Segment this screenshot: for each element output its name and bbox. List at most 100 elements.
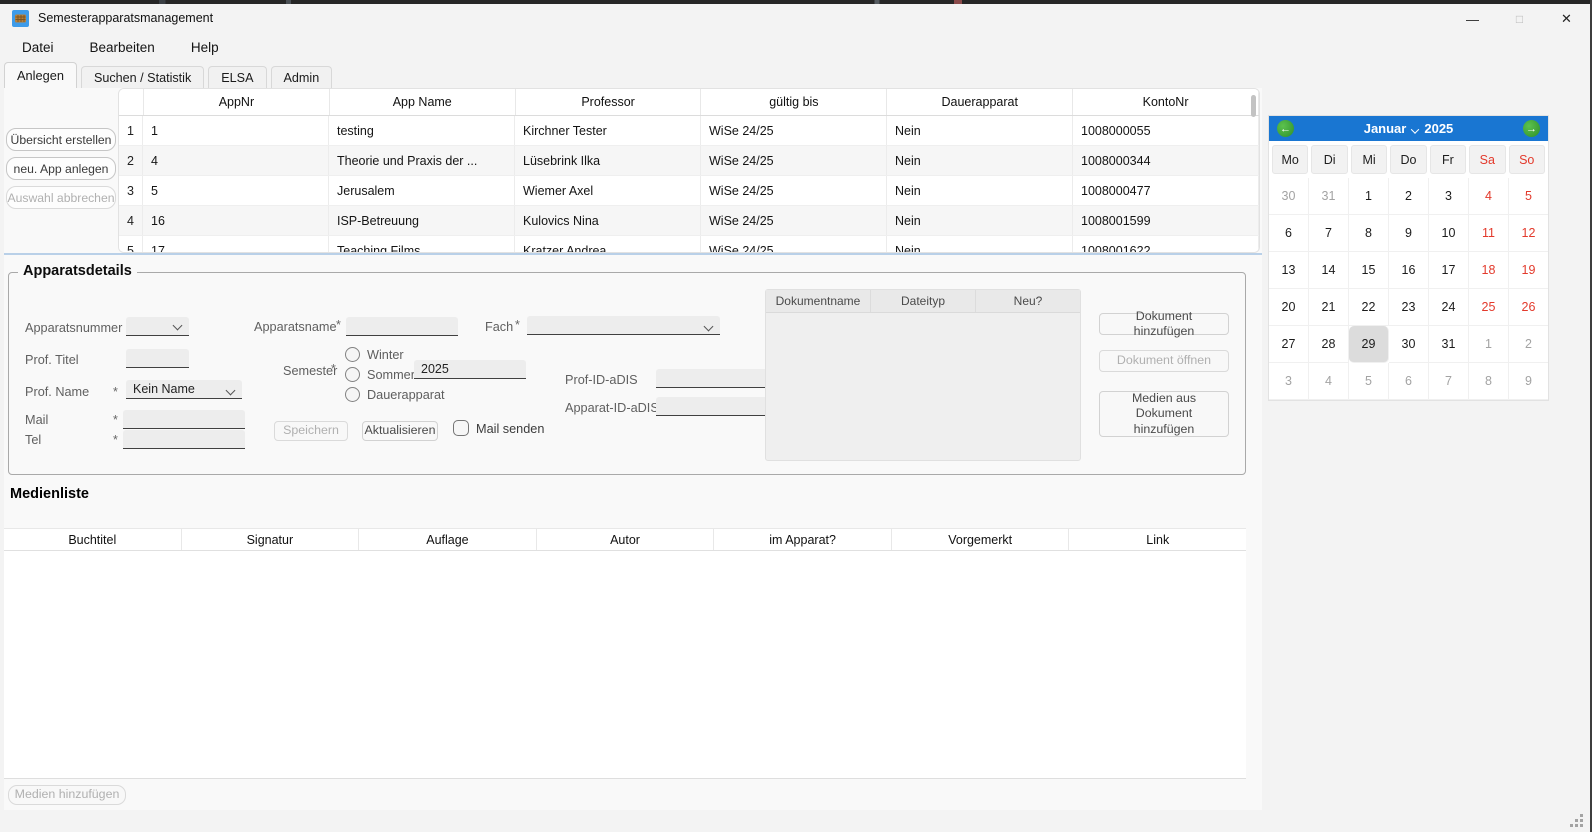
calendar-day[interactable]: 4 <box>1309 363 1349 400</box>
aktualisieren-button[interactable]: Aktualisieren <box>362 421 438 441</box>
tab-suchen-statistik[interactable]: Suchen / Statistik <box>81 66 204 88</box>
calendar-day[interactable]: 7 <box>1429 363 1469 400</box>
calendar-day[interactable]: 31 <box>1429 326 1469 363</box>
medien-column-header[interactable]: Buchtitel <box>4 529 182 550</box>
calendar-day[interactable]: 5 <box>1509 178 1548 215</box>
speichern-button[interactable]: Speichern <box>274 421 348 441</box>
table-row[interactable]: 11testingKirchner TesterWiSe 24/25Nein10… <box>119 116 1259 146</box>
medien-hinzufuegen-button[interactable]: Medien hinzufügen <box>8 785 126 805</box>
calendar-day[interactable]: 6 <box>1269 215 1309 252</box>
dauerapparat-radio[interactable] <box>345 387 360 402</box>
calendar-month-label[interactable]: Januar <box>1364 121 1407 136</box>
doc-column-header[interactable]: Neu? <box>976 290 1080 312</box>
tel-field[interactable] <box>123 430 245 449</box>
calendar-day[interactable]: 14 <box>1309 252 1349 289</box>
semester-year-field[interactable]: 2025 <box>414 360 526 379</box>
calendar-day[interactable]: 23 <box>1389 289 1429 326</box>
medien-column-header[interactable]: Auflage <box>359 529 537 550</box>
calendar-day[interactable]: 12 <box>1509 215 1548 252</box>
winter-radio[interactable] <box>345 347 360 362</box>
calendar-day[interactable]: 19 <box>1509 252 1548 289</box>
prof-id-adis-field[interactable] <box>656 369 774 388</box>
calendar-day[interactable]: 17 <box>1429 252 1469 289</box>
medien-column-header[interactable]: Vorgemerkt <box>892 529 1070 550</box>
prof-name-select[interactable]: Kein Name <box>126 380 242 399</box>
column-header[interactable]: App Name <box>330 89 516 115</box>
fach-select[interactable] <box>527 316 720 335</box>
calendar-day[interactable]: 22 <box>1349 289 1389 326</box>
column-header[interactable]: gültig bis <box>701 89 887 115</box>
calendar-day[interactable]: 10 <box>1429 215 1469 252</box>
calendar-day[interactable]: 9 <box>1389 215 1429 252</box>
calendar-year-label[interactable]: 2025 <box>1424 121 1453 136</box>
resize-grip-icon[interactable] <box>1570 814 1584 828</box>
calendar-day[interactable]: 6 <box>1389 363 1429 400</box>
calendar-day[interactable]: 21 <box>1309 289 1349 326</box>
calendar-day[interactable]: 30 <box>1269 178 1309 215</box>
medien-aus-dokument-button[interactable]: Medien aus Dokument hinzufügen <box>1099 391 1229 437</box>
dokument-oeffnen-button[interactable]: Dokument öffnen <box>1099 350 1229 372</box>
neue-app-anlegen-button[interactable]: neu. App anlegen <box>6 157 116 180</box>
menu-bearbeiten[interactable]: Bearbeiten <box>84 37 161 58</box>
table-row[interactable]: 35JerusalemWiemer AxelWiSe 24/25Nein1008… <box>119 176 1259 206</box>
menu-help[interactable]: Help <box>185 37 225 58</box>
doc-column-header[interactable]: Dateityp <box>871 290 976 312</box>
tab-elsa[interactable]: ELSA <box>208 66 266 88</box>
auswahl-abbrechen-button[interactable]: Auswahl abbrechen <box>6 186 116 209</box>
tab-admin[interactable]: Admin <box>271 66 333 88</box>
calendar-day[interactable]: 3 <box>1269 363 1309 400</box>
calendar-day[interactable]: 3 <box>1429 178 1469 215</box>
calendar-day[interactable]: 20 <box>1269 289 1309 326</box>
calendar-day[interactable]: 27 <box>1269 326 1309 363</box>
calendar-day[interactable]: 30 <box>1389 326 1429 363</box>
column-header[interactable]: Professor <box>516 89 702 115</box>
calendar-day[interactable]: 1 <box>1469 326 1509 363</box>
calendar-day[interactable]: 28 <box>1309 326 1349 363</box>
calendar-day[interactable]: 7 <box>1309 215 1349 252</box>
medien-column-header[interactable]: Signatur <box>182 529 360 550</box>
calendar-day[interactable]: 2 <box>1389 178 1429 215</box>
calendar-day[interactable]: 16 <box>1389 252 1429 289</box>
calendar-day[interactable]: 9 <box>1509 363 1548 400</box>
calendar-day[interactable]: 2 <box>1509 326 1548 363</box>
medien-column-header[interactable]: im Apparat? <box>714 529 892 550</box>
column-header[interactable]: KontoNr <box>1073 89 1259 115</box>
table-row[interactable]: 416ISP-BetreuungKulovics NinaWiSe 24/25N… <box>119 206 1259 236</box>
table-row[interactable]: 517Teaching FilmsKratzer AndreaWiSe 24/2… <box>119 236 1259 253</box>
mail-senden-checkbox[interactable] <box>453 420 469 436</box>
calendar-day[interactable]: 26 <box>1509 289 1548 326</box>
calendar-day[interactable]: 18 <box>1469 252 1509 289</box>
menu-datei[interactable]: Datei <box>16 37 60 58</box>
maximize-button[interactable]: □ <box>1496 4 1543 34</box>
calendar-day[interactable]: 5 <box>1349 363 1389 400</box>
calendar-day[interactable]: 24 <box>1429 289 1469 326</box>
calendar-next-icon[interactable]: → <box>1523 120 1540 137</box>
uebersicht-erstellen-button[interactable]: Übersicht erstellen <box>6 128 116 151</box>
dokument-hinzufuegen-button[interactable]: Dokument hinzufügen <box>1099 313 1229 335</box>
close-button[interactable]: ✕ <box>1543 4 1590 34</box>
minimize-button[interactable]: — <box>1449 4 1496 34</box>
calendar-day[interactable]: 13 <box>1269 252 1309 289</box>
calendar-day[interactable]: 25 <box>1469 289 1509 326</box>
calendar-day-selected[interactable]: 29 <box>1349 326 1389 363</box>
calendar-day[interactable]: 4 <box>1469 178 1509 215</box>
calendar-day[interactable]: 8 <box>1349 215 1389 252</box>
doc-column-header[interactable]: Dokumentname <box>766 290 871 312</box>
column-header[interactable]: Dauerapparat <box>887 89 1073 115</box>
table-row[interactable]: 24Theorie und Praxis der ...Lüsebrink Il… <box>119 146 1259 176</box>
calendar-day[interactable]: 8 <box>1469 363 1509 400</box>
medien-column-header[interactable]: Autor <box>537 529 715 550</box>
tab-anlegen[interactable]: Anlegen <box>4 62 77 88</box>
calendar-prev-icon[interactable]: ← <box>1277 120 1294 137</box>
calendar-day[interactable]: 1 <box>1349 178 1389 215</box>
mail-field[interactable] <box>123 410 245 429</box>
apps-table-scrollbar[interactable] <box>1251 95 1256 117</box>
apparatsname-field[interactable] <box>346 317 458 336</box>
column-header[interactable]: AppNr <box>144 89 330 115</box>
apparat-id-adis-field[interactable] <box>656 397 774 416</box>
apparatsnummer-select[interactable] <box>126 317 189 336</box>
calendar-day[interactable]: 31 <box>1309 178 1349 215</box>
calendar-day[interactable]: 11 <box>1469 215 1509 252</box>
calendar-day[interactable]: 15 <box>1349 252 1389 289</box>
prof-titel-field[interactable] <box>126 349 189 368</box>
